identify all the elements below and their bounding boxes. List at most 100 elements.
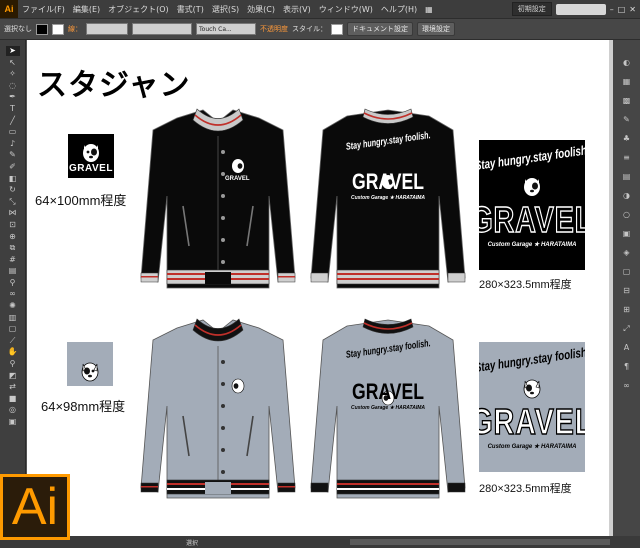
hand-tool-icon[interactable]: ✋ [6,347,20,357]
character-icon[interactable]: A [621,343,633,353]
swap-colors-icon[interactable]: ⇄ [6,382,20,392]
pen-tool-icon[interactable]: ✒ [6,92,20,102]
rectangle-tool-icon[interactable]: ▭ [6,127,20,137]
back-print-gray: Stay hungry.stay foolish. GRAVEL Custom … [479,342,585,472]
perspective-grid-tool-icon[interactable]: ⧉ [6,243,20,253]
bridge-icon[interactable]: ▦ [421,5,437,14]
dog-mascot-icon [83,144,99,162]
gray-jacket-front [140,318,296,499]
maximize-icon[interactable]: □ [618,5,626,14]
color-mode-icon[interactable]: ■ [6,394,20,404]
color-panel-icon[interactable]: ◐ [621,58,633,68]
stroke-panel-icon[interactable]: ≡ [621,153,633,163]
slice-tool-icon[interactable]: ⟋ [6,336,20,346]
eraser-tool-icon[interactable]: ◧ [6,174,20,184]
lasso-tool-icon[interactable]: ◌ [6,81,20,91]
gray-back-print-text: Stay hungry.stay foolish. GRAVEL Custom … [344,338,432,411]
gradient-tool-icon[interactable]: ▤ [6,266,20,276]
symbols-icon[interactable]: ♣ [621,134,633,144]
stroke-label[interactable]: 線： [68,24,82,34]
magic-wand-tool-icon[interactable]: ✧ [6,69,20,79]
sub-text: Custom Garage ★ HARATAIMA [487,444,577,450]
drawing-mode-icon[interactable]: ◎ [6,405,20,415]
menu-bar: Ai ファイル(F) 編集(E) オブジェクト(O) 書式(T) 選択(S) 効… [0,0,640,18]
line-tool-icon[interactable]: ╱ [6,116,20,126]
pathfinder-icon[interactable]: ⊞ [621,305,633,315]
close-icon[interactable]: ✕ [629,5,636,14]
chest-logo-black: GRAVEL [68,134,114,178]
stroke-swatch[interactable] [52,23,64,35]
preferences-button[interactable]: 環境設定 [417,22,455,36]
brush-dropdown[interactable]: Touch Ca... [196,23,256,35]
artboard-tool-icon[interactable]: ▢ [6,324,20,334]
align-icon[interactable]: ⊟ [621,286,633,296]
front-size-caption-black: 64×100mm程度 [35,193,127,208]
menu-object[interactable]: オブジェクト(O) [104,4,173,15]
front-size-caption-gray: 64×98mm程度 [41,399,126,414]
paintbrush-tool-icon[interactable]: ♪ [6,139,20,149]
screen-mode-icon[interactable]: ▣ [6,417,20,427]
transparency-icon[interactable]: ◑ [621,191,633,201]
menu-select[interactable]: 選択(S) [208,4,243,15]
rotate-tool-icon[interactable]: ↻ [6,185,20,195]
dog-mascot-icon [524,178,540,196]
pencil-tool-icon[interactable]: ✎ [6,150,20,160]
brushes-icon[interactable]: ✎ [621,115,633,125]
mesh-tool-icon[interactable]: # [6,255,20,265]
horizontal-scrollbar[interactable] [350,539,610,545]
panel-dock: ◐ ▦ ▩ ✎ ♣ ≡ ▤ ◑ ○ ▣ ◈ ▢ ⊟ ⊞ ⤢ A ¶ ∞ [613,40,640,536]
selection-tool-icon[interactable]: ➤ [5,46,20,56]
opacity-label[interactable]: 不透明度 [260,24,288,34]
stroke-weight-dropdown[interactable] [86,23,128,35]
tools-panel: ➤ ↖ ✧ ◌ ✒ T ╱ ▭ ♪ ✎ ✐ ◧ ↻ ⤡ ⋈ ⊡ ⊕ ⧉ # ▤ … [0,40,26,476]
menu-file[interactable]: ファイル(F) [18,4,69,15]
control-bar: 選択なし 線： Touch Ca... 不透明度 スタイル： ドキュメント設定 … [0,18,640,40]
layers-icon[interactable]: ◈ [621,248,633,258]
zoom-tool-icon[interactable]: ⚲ [6,359,20,369]
search-input[interactable] [555,3,606,15]
slogan-text: Stay hungry.stay foolish. [479,344,585,375]
scale-tool-icon[interactable]: ⤡ [6,197,20,207]
type-tool-icon[interactable]: T [6,104,20,114]
menu-help[interactable]: ヘルプ(H) [377,4,421,15]
document-setup-button[interactable]: ドキュメント設定 [347,22,413,36]
links-icon[interactable]: ∞ [621,381,633,391]
artboards-icon[interactable]: ▢ [621,267,633,277]
variable-width-dropdown[interactable] [132,23,192,35]
fill-swatch[interactable] [36,23,48,35]
menu-view[interactable]: 表示(V) [279,4,315,15]
workspace-switcher[interactable]: 初期設定 [511,2,552,16]
gradient-panel-icon[interactable]: ▤ [621,172,633,182]
illustrator-window: Ai ファイル(F) 編集(E) オブジェクト(O) 書式(T) 選択(S) 効… [0,0,640,548]
menu-type[interactable]: 書式(T) [173,4,208,15]
chest-logo-gray [67,342,113,386]
back-size-caption-gray: 280×323.5mm程度 [479,483,572,495]
style-swatch[interactable] [331,23,343,35]
column-graph-tool-icon[interactable]: ▥ [6,313,20,323]
appearance-icon[interactable]: ○ [621,210,633,220]
width-tool-icon[interactable]: ⋈ [6,208,20,218]
slogan-text: Stay hungry.stay foolish. [479,142,585,173]
menu-edit[interactable]: 編集(E) [69,4,104,15]
blend-tool-icon[interactable]: ∞ [6,289,20,299]
transform-icon[interactable]: ⤢ [621,324,633,334]
black-front-chest-text: GRAVEL [225,176,250,182]
direct-selection-tool-icon[interactable]: ↖ [6,58,20,68]
swatches-icon[interactable]: ▩ [621,96,633,106]
blob-brush-tool-icon[interactable]: ✐ [6,162,20,172]
shape-builder-tool-icon[interactable]: ⊕ [6,232,20,242]
free-transform-tool-icon[interactable]: ⊡ [6,220,20,230]
minimize-icon[interactable]: – [610,5,614,14]
graphic-styles-icon[interactable]: ▣ [621,229,633,239]
menu-effect[interactable]: 効果(C) [243,4,279,15]
back-size-caption-black: 280×323.5mm程度 [479,279,572,291]
artboard[interactable]: スタジャン GRAVEL 64×100mm程度 GRAVEL Stay hung… [27,40,609,536]
paragraph-icon[interactable]: ¶ [621,362,633,372]
symbol-sprayer-tool-icon[interactable]: ✺ [6,301,20,311]
fill-stroke-icon[interactable]: ◩ [6,371,20,381]
menu-window[interactable]: ウィンドウ(W) [315,4,377,15]
eyedropper-tool-icon[interactable]: ⚲ [6,278,20,288]
dog-mascot-icon [81,362,99,382]
current-tool-label: 選択 [186,539,199,547]
color-guide-icon[interactable]: ▦ [621,77,633,87]
